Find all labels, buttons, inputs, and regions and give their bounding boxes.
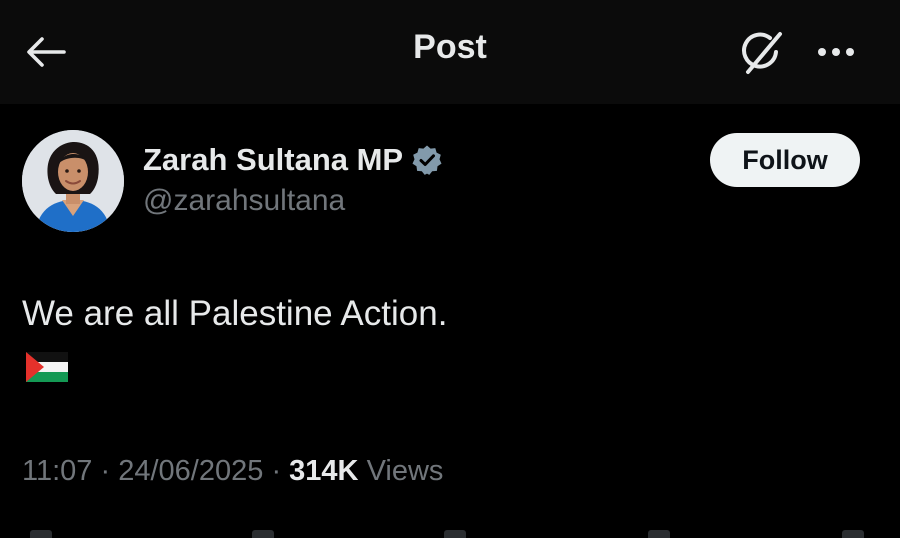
grok-icon [742,32,782,74]
avatar[interactable] [22,130,124,232]
post-date: 24/06/2025 [118,455,264,487]
post-metadata: 11:07 · 24/06/2025 · 314K Views [22,455,443,488]
action-bar-partial [0,524,900,538]
author-name-text: Zarah Sultana MP [143,142,404,177]
like-icon[interactable] [444,530,466,538]
more-horizontal-icon [818,48,854,56]
meta-separator: · [271,455,282,487]
post-time: 11:07 [22,455,93,487]
share-icon[interactable] [842,530,864,538]
arrow-left-icon [27,37,66,67]
palestine-flag-emoji [26,352,68,382]
verified-badge-icon [412,145,442,175]
bookmark-icon[interactable] [648,530,670,538]
author-handle[interactable]: @zarahsultana [143,184,345,218]
views-count[interactable]: 314K [289,455,358,487]
author-display-name[interactable]: Zarah Sultana MP [143,142,443,178]
grok-button[interactable] [734,28,790,78]
back-button[interactable] [22,28,70,76]
more-options-button[interactable] [808,28,864,76]
post-text: We are all Palestine Action. [22,294,448,333]
top-app-bar: Post [0,0,900,104]
views-label: Views [366,455,444,487]
meta-separator: · [100,455,111,487]
reply-icon[interactable] [30,530,52,538]
follow-button[interactable]: Follow [710,133,860,187]
repost-icon[interactable] [252,530,274,538]
